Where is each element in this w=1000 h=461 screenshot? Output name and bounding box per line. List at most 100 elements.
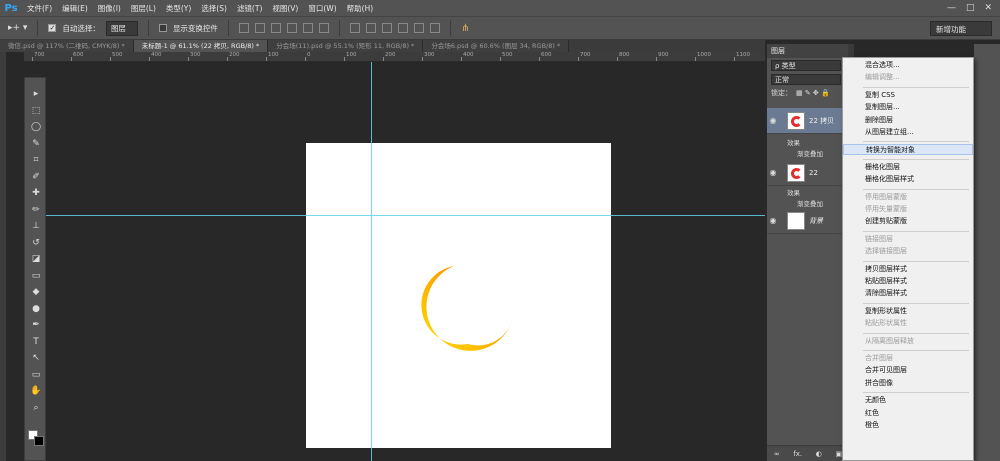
crop-icon[interactable]: ⌗ — [30, 154, 42, 166]
layer-row-22[interactable]: ◉ 22 — [767, 160, 849, 186]
move-tool-preset-icon[interactable]: ▸+ ▾ — [8, 23, 27, 33]
tab-fenhuichang-6[interactable]: 分会场6.psd @ 60.6% (图层 34, RGB/8) * — [423, 40, 570, 52]
layer-effect-item[interactable]: 渐变叠加 — [797, 198, 823, 208]
auto-select-checkbox[interactable]: ✓ — [48, 24, 57, 32]
background-color-swatch[interactable] — [34, 436, 44, 446]
context-menu-item[interactable]: 清除图层样式 — [843, 288, 973, 299]
ruler-tick — [578, 57, 579, 61]
move-icon[interactable]: ▸ — [30, 88, 42, 100]
context-menu-item[interactable]: 拷贝图层样式 — [843, 264, 973, 275]
distribute-vcenter-icon[interactable] — [365, 23, 376, 33]
context-menu-item[interactable]: 粘贴图层样式 — [843, 276, 973, 287]
brush-icon[interactable]: ✏ — [30, 204, 42, 216]
stamp-icon[interactable]: ⊥ — [30, 220, 42, 232]
zoom-icon[interactable]: ⌕ — [30, 402, 42, 414]
tab-untitled-1[interactable]: 未标题-1 @ 61.1% (22 拷贝, RGB/8) * — [133, 40, 269, 52]
auto-select-dropdown[interactable]: 图层 — [105, 20, 138, 36]
tab-fenhuichang-11[interactable]: 分会场(11).psd @ 55.1% (矩形 11, RGB/8) * — [268, 40, 424, 52]
eye-icon[interactable]: ◉ — [767, 168, 779, 177]
context-menu-item[interactable]: 拼合图像 — [843, 378, 973, 389]
history-brush-icon[interactable]: ↺ — [30, 237, 42, 249]
close-button[interactable]: ✕ — [984, 3, 992, 13]
context-menu-item[interactable]: 混合选项... — [843, 60, 973, 71]
quick-select-icon[interactable]: ✎ — [30, 138, 42, 150]
menu-help[interactable]: 帮助(H) — [342, 3, 379, 14]
context-menu-item[interactable]: 复制图层... — [843, 102, 973, 113]
lock-row: 锁定： ▦ ✎ ✥ 🔒 — [767, 86, 848, 100]
layer-effect-item[interactable]: 渐变叠加 — [797, 148, 823, 158]
eye-icon[interactable]: ◉ — [767, 216, 779, 225]
fx-icon[interactable]: fx. — [793, 450, 802, 458]
distribute-hcenter-icon[interactable] — [413, 23, 424, 33]
tab-wechat[interactable]: 微信.psd @ 117% (二维码, CMYK/8) * — [0, 40, 134, 52]
hand-icon[interactable]: ✋ — [30, 385, 42, 397]
blend-mode-dropdown[interactable]: 正常 — [771, 73, 841, 85]
lock-icons[interactable]: ▦ ✎ ✥ 🔒 — [796, 89, 830, 97]
menu-edit[interactable]: 编辑(E) — [57, 3, 93, 14]
menu-view[interactable]: 视图(V) — [267, 3, 303, 14]
minimize-button[interactable]: — — [947, 3, 956, 13]
distribute-top-icon[interactable] — [349, 23, 360, 33]
context-menu-item[interactable]: 栅格化图层 — [843, 162, 973, 173]
shape-icon[interactable]: ▭ — [30, 369, 42, 381]
distribute-left-icon[interactable] — [397, 23, 408, 33]
align-right-icon[interactable] — [318, 23, 329, 33]
horizontal-guide[interactable] — [46, 215, 765, 216]
blur-icon[interactable]: ◆ — [30, 286, 42, 298]
gradient-icon[interactable]: ▭ — [30, 270, 42, 282]
menu-separator — [863, 230, 969, 232]
align-hcenter-icon[interactable] — [302, 23, 313, 33]
eye-icon[interactable]: ◉ — [767, 116, 779, 125]
layer-row-22-copy[interactable]: ◉ 22 拷贝 — [767, 108, 849, 134]
align-left-icon[interactable] — [286, 23, 297, 33]
context-menu-item[interactable]: 创建剪贴蒙版 — [843, 216, 973, 227]
align-top-icon[interactable] — [238, 23, 249, 33]
context-menu-item[interactable]: 合并可见图层 — [843, 365, 973, 376]
context-menu-item[interactable]: 复制形状属性 — [843, 306, 973, 317]
layer-effects-label[interactable]: 效果 — [787, 187, 800, 197]
type-icon[interactable]: T — [30, 336, 42, 348]
crescent-logo[interactable] — [396, 260, 516, 360]
context-menu-item[interactable]: 删除图层 — [843, 115, 973, 126]
workspace-dropdown[interactable]: 新增功能 — [930, 21, 992, 36]
show-transform-checkbox[interactable] — [158, 24, 167, 32]
menu-select[interactable]: 选择(S) — [196, 3, 232, 14]
menu-layer[interactable]: 图层(L) — [126, 3, 161, 14]
layer-effects-label[interactable]: 效果 — [787, 137, 800, 147]
healing-icon[interactable]: ✚ — [30, 187, 42, 199]
menu-window[interactable]: 窗口(W) — [303, 3, 341, 14]
link-layers-icon[interactable]: ∞ — [774, 450, 780, 458]
eyedropper-icon[interactable]: ✐ — [30, 171, 42, 183]
pen-icon[interactable]: ✒ — [30, 319, 42, 331]
eraser-icon[interactable]: ◪ — [30, 253, 42, 265]
path-select-icon[interactable]: ↖ — [30, 352, 42, 364]
context-menu-item[interactable]: 复制 CSS — [843, 90, 973, 101]
horizontal-ruler[interactable]: 700 600 500 400 300 200 100 0 100 200 300 400 500 600… — [24, 52, 765, 62]
context-menu-item[interactable]: 红色 — [843, 408, 973, 419]
ruler-label: 800 — [619, 52, 630, 58]
dodge-icon[interactable]: ● — [30, 303, 42, 315]
vertical-guide[interactable] — [371, 62, 372, 461]
vertical-ruler[interactable] — [0, 52, 6, 461]
marquee-icon[interactable]: ⬚ — [30, 105, 42, 117]
distribute-bottom-icon[interactable] — [381, 23, 392, 33]
auto-align-icon[interactable]: ⋔ — [461, 23, 469, 34]
menu-filter[interactable]: 滤镜(T) — [232, 3, 267, 14]
layer-filter-dropdown[interactable]: ρ 类型 — [771, 59, 841, 71]
layer-row-background[interactable]: ◉ 背景 — [767, 208, 849, 234]
context-menu-item[interactable]: 橙色 — [843, 420, 973, 431]
align-vcenter-icon[interactable] — [254, 23, 265, 33]
mask-icon[interactable]: ◐ — [816, 450, 822, 458]
maximize-button[interactable]: □ — [966, 3, 975, 13]
menu-file[interactable]: 文件(F) — [22, 3, 57, 14]
distribute-right-icon[interactable] — [429, 23, 440, 33]
layers-panel-title[interactable]: 图层 — [767, 44, 848, 58]
context-menu-item[interactable]: 栅格化图层样式 — [843, 174, 973, 185]
context-menu-item[interactable]: 转换为智能对象 — [843, 144, 973, 156]
align-bottom-icon[interactable] — [270, 23, 281, 33]
menu-image[interactable]: 图像(I) — [93, 3, 126, 14]
context-menu-item[interactable]: 无颜色 — [843, 395, 973, 406]
context-menu-item[interactable]: 从图层建立组... — [843, 127, 973, 138]
lasso-icon[interactable]: ◯ — [30, 121, 42, 133]
menu-type[interactable]: 类型(Y) — [161, 3, 196, 14]
